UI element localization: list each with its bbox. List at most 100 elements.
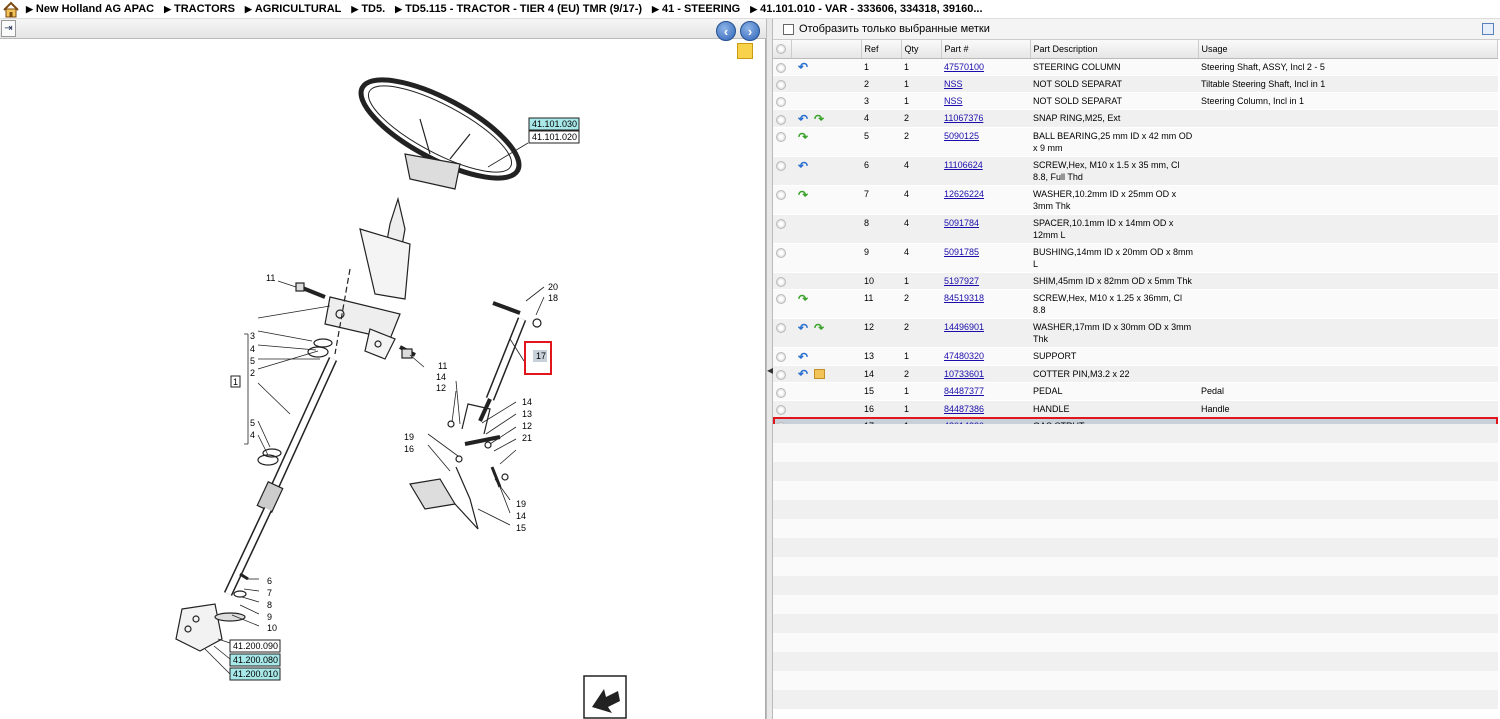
row-select-radio[interactable] [776, 219, 786, 230]
callout-5[interactable]: 5 [250, 418, 255, 428]
callout-4[interactable]: 4 [250, 430, 255, 440]
row-select-radio[interactable] [776, 97, 786, 108]
toggle-panel-button[interactable]: ⇥ [1, 20, 16, 37]
row-select-cell[interactable] [773, 75, 791, 94]
part-number-link[interactable]: 84487377 [944, 386, 984, 396]
panel-splitter[interactable]: ◀ [766, 19, 773, 719]
row-select-radio[interactable] [776, 369, 786, 380]
row-select-radio[interactable] [776, 80, 786, 91]
row-select-radio[interactable] [776, 294, 786, 305]
part-number-link[interactable]: NSS [944, 79, 963, 89]
part-number-cell[interactable]: 84487386 [941, 400, 1030, 418]
part-number-link[interactable]: 5091784 [944, 218, 979, 228]
row-select-radio[interactable] [776, 277, 786, 288]
kit-box-icon[interactable] [814, 369, 825, 380]
part-number-link[interactable]: 84519318 [944, 293, 984, 303]
row-select-cell[interactable] [773, 365, 791, 384]
callout-19[interactable]: 19 [516, 499, 526, 509]
reference-41101030[interactable]: 41.101.030 [528, 117, 580, 131]
part-number-cell[interactable]: 5091784 [941, 214, 1030, 244]
callout-15[interactable]: 15 [516, 523, 526, 533]
row-select-cell[interactable] [773, 58, 791, 77]
part-number-link[interactable]: 12626224 [944, 189, 984, 199]
row-select-cell[interactable] [773, 127, 791, 157]
row-select-radio[interactable] [776, 62, 786, 73]
where-used-back-arrow-icon[interactable]: ↶ [798, 322, 810, 334]
column-header-qty[interactable]: Qty [901, 40, 942, 59]
column-header-part-number[interactable]: Part # [941, 40, 1031, 59]
row-select-radio[interactable] [776, 387, 786, 398]
replacement-forward-arrow-icon[interactable]: ↷ [798, 131, 810, 143]
select-all-radio[interactable] [776, 44, 786, 55]
table-row[interactable]: 15 1 84487377 PEDAL Pedal [773, 382, 1498, 401]
next-diagram-button[interactable]: › [740, 21, 760, 41]
callout-9[interactable]: 9 [267, 612, 272, 622]
column-header-usage[interactable]: Usage [1198, 40, 1498, 59]
callout-11[interactable]: 11 [438, 361, 447, 371]
part-number-link[interactable]: 47570100 [944, 62, 984, 72]
replacement-forward-arrow-icon[interactable]: ↷ [814, 113, 826, 125]
callout-8[interactable]: 8 [267, 600, 272, 610]
home-icon[interactable] [2, 1, 20, 18]
table-row[interactable]: ↶ 13 1 47480320 SUPPORT [773, 347, 1498, 366]
part-number-link[interactable]: 11067376 [944, 113, 983, 123]
row-select-cell[interactable] [773, 318, 791, 349]
part-number-link[interactable]: 5091785 [944, 247, 979, 257]
row-select-cell[interactable] [773, 156, 791, 186]
reference-41200090[interactable]: 41.200.090 [229, 639, 281, 653]
row-select-cell[interactable] [773, 400, 791, 418]
table-row[interactable]: 8 4 5091784 SPACER,10.1mm ID x 14mm OD x 12… [773, 214, 1498, 244]
part-number-cell[interactable]: 47570100 [941, 58, 1030, 77]
reference-41200080[interactable]: 41.200.080 [229, 653, 281, 667]
breadcrumb-item[interactable]: ▶ 41 - STEERING [652, 3, 740, 15]
callout-21[interactable]: 21 [522, 433, 532, 443]
return-arrow-icon[interactable] [583, 675, 627, 719]
where-used-back-arrow-icon[interactable]: ↶ [798, 368, 810, 380]
column-header-description[interactable]: Part Description [1030, 40, 1199, 59]
callout-6[interactable]: 6 [267, 576, 272, 586]
row-select-radio[interactable] [776, 248, 786, 259]
row-select-cell[interactable] [773, 92, 791, 111]
callout-20[interactable]: 20 [548, 282, 558, 292]
list-view-icon[interactable] [1482, 23, 1494, 35]
part-number-link[interactable]: 10733601 [944, 369, 984, 379]
where-used-back-arrow-icon[interactable]: ↶ [798, 113, 810, 125]
row-select-radio[interactable] [776, 114, 786, 125]
callout-2[interactable]: 2 [250, 368, 255, 378]
part-number-link[interactable]: 84487386 [944, 404, 984, 414]
table-row[interactable]: 16 1 84487386 HANDLE Handle [773, 400, 1498, 418]
column-header-ref[interactable]: Ref [861, 40, 902, 59]
table-row[interactable]: 10 1 5197927 SHIM,45mm ID x 82mm OD x 5mm T… [773, 272, 1498, 291]
part-number-cell[interactable]: NSS [941, 75, 1030, 94]
table-row[interactable]: ↶ 14 2 10733601 COTTER PIN,M3.2 x 22 [773, 365, 1498, 384]
callout-12[interactable]: 12 [522, 421, 532, 431]
row-select-cell[interactable] [773, 289, 791, 320]
row-select-cell[interactable] [773, 185, 791, 215]
table-row[interactable]: ↶ ↷ 4 2 11067376 SNAP RING,M25, Ext [773, 109, 1498, 128]
callout-3[interactable]: 3 [250, 331, 255, 341]
table-row[interactable]: ↷ 7 4 12626224 WASHER,10.2mm ID x 25mm OD x … [773, 185, 1498, 215]
part-number-link[interactable]: 47480320 [944, 351, 984, 361]
table-row[interactable]: ↶ 1 1 47570100 STEERING COLUMN Steering Shaft… [773, 58, 1498, 77]
part-number-link[interactable]: 11106624 [944, 160, 983, 170]
table-row[interactable]: ↷ 5 2 5090125 BALL BEARING,25 mm ID x 42 mm … [773, 127, 1498, 157]
breadcrumb-item[interactable]: ▶ 41.101.010 - VAR - 333606, 334318, 3916… [750, 3, 982, 15]
callout-1[interactable]: 1 [230, 375, 241, 388]
where-used-back-arrow-icon[interactable]: ↶ [798, 160, 810, 172]
part-number-cell[interactable]: 11106624 [941, 156, 1030, 186]
breadcrumb-item[interactable]: ▶ AGRICULTURAL [245, 3, 341, 15]
replacement-forward-arrow-icon[interactable]: ↷ [798, 293, 810, 305]
breadcrumb-item[interactable]: ▶ TRACTORS [164, 3, 235, 15]
part-number-cell[interactable]: 12626224 [941, 185, 1030, 215]
row-select-radio[interactable] [776, 161, 786, 172]
part-number-link[interactable]: 5090125 [944, 131, 979, 141]
row-select-cell[interactable] [773, 382, 791, 401]
part-number-cell[interactable]: 84487377 [941, 382, 1030, 401]
callout-12[interactable]: 12 [436, 383, 446, 393]
part-number-link[interactable]: 5197927 [944, 276, 979, 286]
part-number-cell[interactable]: 84519318 [941, 289, 1030, 320]
part-number-cell[interactable]: NSS [941, 92, 1030, 111]
table-row[interactable]: 3 1 NSS NOT SOLD SEPARAT Steering Column, In… [773, 92, 1498, 111]
part-number-link[interactable]: NSS [944, 96, 963, 106]
table-row[interactable]: 9 4 5091785 BUSHING,14mm ID x 20mm OD x 8mm… [773, 243, 1498, 273]
